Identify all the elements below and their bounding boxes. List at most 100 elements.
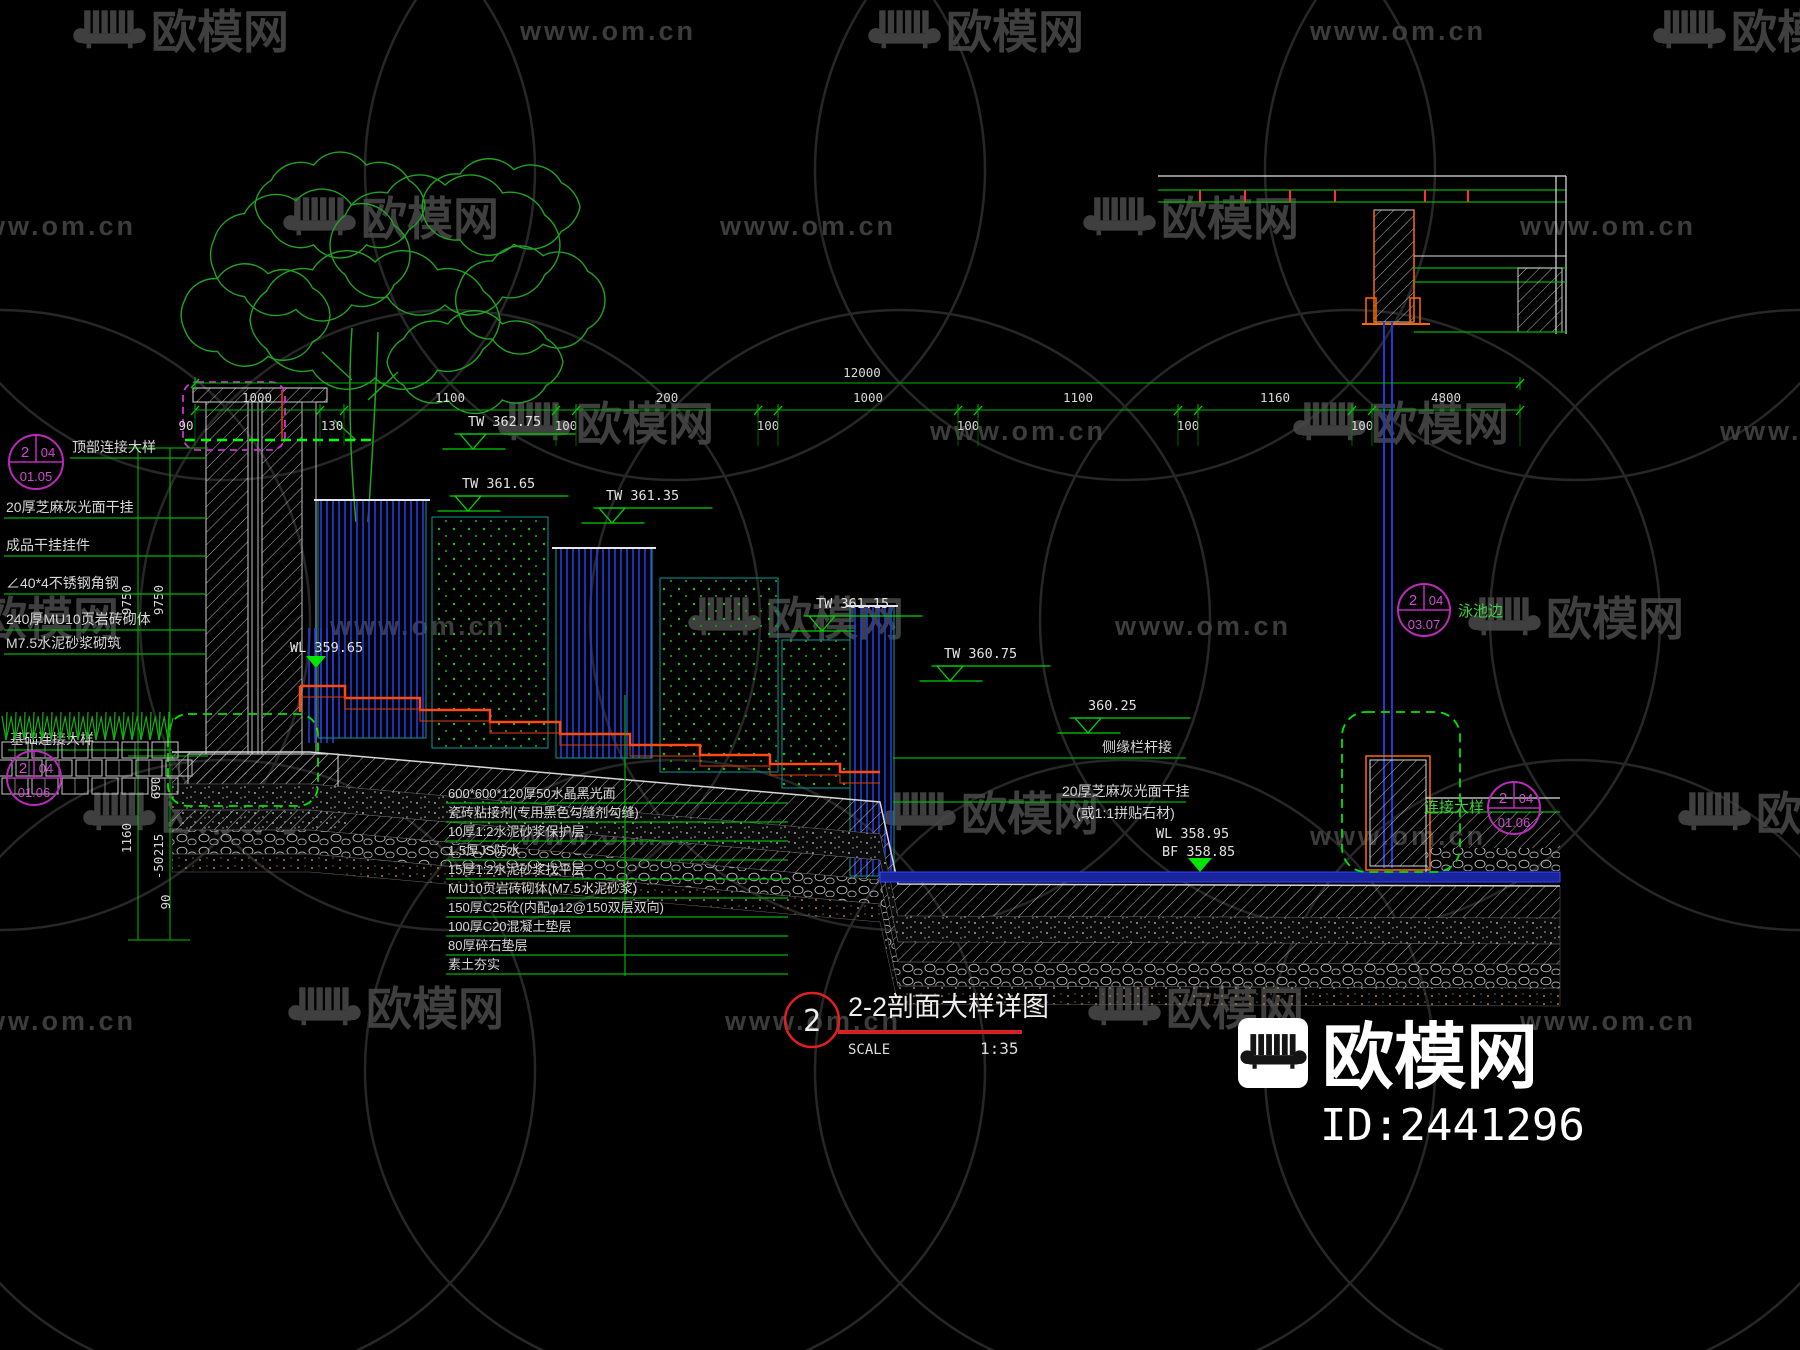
pool-water — [880, 872, 1560, 882]
svg-text:1100: 1100 — [435, 390, 465, 405]
annotation: 侧缘栏杆接 — [1102, 739, 1172, 755]
svg-text:2: 2 — [19, 760, 27, 777]
grass-blade — [2, 716, 6, 740]
tree-canopy-blob — [387, 311, 563, 414]
left-annotations: 顶部连接大样 20厚芝麻灰光面干挂 成品干挂挂件 ∠40*4不锈钢角钢 240厚… — [4, 439, 206, 750]
grass-blade — [119, 716, 123, 740]
svg-text:1.5厚JS防水: 1.5厚JS防水 — [448, 843, 520, 858]
watermark-brand — [1678, 788, 1800, 840]
svg-text:4800: 4800 — [1431, 390, 1461, 405]
tree-canopy-blob — [211, 189, 410, 321]
cad-screenshot: 欧模网 www.om.cn — [0, 0, 1800, 1350]
water-level-triangle — [1188, 858, 1212, 872]
svg-text:M7.5水泥砂浆砌筑: M7.5水泥砂浆砌筑 — [6, 635, 121, 651]
svg-text:130: 130 — [321, 418, 344, 433]
watermark-url — [1114, 611, 1291, 641]
scale-label: SCALE — [848, 1042, 890, 1058]
callout-bottom-right: 2 04 01.06 — [1488, 782, 1540, 834]
svg-text:成品干挂挂件: 成品干挂挂件 — [6, 537, 90, 553]
annotation: 顶部连接大样 — [72, 439, 156, 455]
svg-text:04: 04 — [39, 761, 53, 776]
column-section — [1374, 210, 1414, 322]
footer-brand: 欧模网 — [1322, 1018, 1538, 1098]
svg-text:240厚MU10页岩砖砌体: 240厚MU10页岩砖砌体 — [6, 611, 151, 627]
svg-text:690: 690 — [148, 777, 163, 800]
svg-text:1160: 1160 — [1260, 390, 1290, 405]
watermark-brand — [73, 6, 289, 58]
svg-text:TW 360.75: TW 360.75 — [944, 646, 1017, 662]
svg-text:215: 215 — [151, 834, 166, 857]
svg-text:10厚1:2水泥砂浆保护层: 10厚1:2水泥砂浆保护层 — [448, 824, 585, 839]
callout-mid-right: 2 04 03.07 — [1398, 584, 1450, 636]
svg-text:04: 04 — [41, 445, 55, 460]
drawing-title: 2-2剖面大样详图 — [848, 992, 1049, 1022]
svg-text:瓷砖粘接剂(专用黑色勾缝剂勾缝): 瓷砖粘接剂(专用黑色勾缝剂勾缝) — [448, 805, 639, 820]
site-footer-logo: 欧模网 ID:2441296 — [1238, 1018, 1585, 1151]
watermark-url — [0, 1006, 136, 1036]
svg-text:100: 100 — [555, 418, 578, 433]
level-text: TW 362.75 — [468, 414, 541, 430]
paver-block — [0, 760, 12, 776]
watermark-url — [0, 211, 136, 241]
joint-label: 连接大样 — [1424, 799, 1484, 816]
svg-text:2: 2 — [1409, 592, 1417, 609]
svg-text:03.07: 03.07 — [1408, 617, 1441, 632]
svg-text:∠40*4不锈钢角钢: ∠40*4不锈钢角钢 — [6, 575, 119, 591]
svg-text:04: 04 — [1519, 791, 1533, 806]
svg-text:1100: 1100 — [1063, 390, 1093, 405]
svg-text:素土夯实: 素土夯实 — [448, 957, 500, 972]
callout-top-left: 2 04 01.05 — [9, 435, 63, 489]
tree-canopy-blob — [456, 246, 605, 354]
watermark-url — [1519, 1006, 1696, 1036]
svg-text:WL 358.95: WL 358.95 — [1156, 826, 1229, 842]
svg-text:-50: -50 — [151, 857, 166, 880]
dim-below: 90 — [178, 418, 193, 433]
svg-text:20厚芝麻灰光面干挂: 20厚芝麻灰光面干挂 — [1062, 783, 1190, 799]
watermark-brand — [868, 6, 1084, 58]
svg-text:100: 100 — [1351, 418, 1374, 433]
svg-text:MU10页岩砖砌体(M7.5水泥砂浆): MU10页岩砖砌体(M7.5水泥砂浆) — [448, 881, 637, 896]
watermark-url — [519, 16, 696, 46]
water-wall-panel — [556, 548, 652, 758]
watermark-brand — [1083, 193, 1299, 245]
watermark-url — [929, 416, 1106, 446]
svg-text:9750: 9750 — [151, 585, 166, 615]
detail-number: 2 — [803, 1004, 821, 1039]
svg-text:1000: 1000 — [853, 390, 883, 405]
svg-text:90: 90 — [158, 894, 173, 909]
watermark-brand — [1293, 398, 1509, 450]
svg-text:2: 2 — [1499, 790, 1507, 807]
svg-text:TW 361.65: TW 361.65 — [462, 476, 535, 492]
pool-label: 泳池边 — [1458, 603, 1503, 620]
svg-text:TW 361.35: TW 361.35 — [606, 488, 679, 504]
material-row: 600*600*120厚50水晶黑光面 — [448, 786, 616, 801]
svg-text:200: 200 — [656, 390, 679, 405]
svg-text:04: 04 — [1429, 593, 1443, 608]
svg-text:15厚1:2水泥砂浆找平层: 15厚1:2水泥砂浆找平层 — [448, 862, 585, 877]
svg-text:150厚C25砼(内配φ12@150双层双向): 150厚C25砼(内配φ12@150双层双向) — [448, 900, 664, 915]
svg-text:100厚C20混凝土垫层: 100厚C20混凝土垫层 — [448, 919, 572, 934]
water-wall-panel — [318, 500, 426, 738]
footer-image-id: ID:2441296 — [1320, 1100, 1585, 1151]
svg-text:80厚碎石垫层: 80厚碎石垫层 — [448, 938, 527, 953]
tree-canopy — [181, 152, 605, 413]
svg-text:100: 100 — [957, 418, 980, 433]
svg-text:360.25: 360.25 — [1088, 698, 1137, 714]
svg-text:01.06: 01.06 — [1498, 815, 1531, 830]
svg-text:TW 361.15: TW 361.15 — [816, 596, 889, 612]
svg-text:01.05: 01.05 — [20, 469, 53, 484]
svg-text:WL 359.65: WL 359.65 — [290, 640, 363, 656]
svg-text:01.06: 01.06 — [18, 785, 51, 800]
tree-trunk — [350, 328, 356, 522]
svg-text:100: 100 — [757, 418, 780, 433]
watermark-url — [719, 211, 896, 241]
watermark-url — [1519, 211, 1696, 241]
grass-blade — [128, 716, 132, 740]
watermark-brand — [288, 983, 504, 1035]
scale-value: 1:35 — [980, 1039, 1019, 1058]
grass-blade — [146, 716, 150, 740]
watermark-url — [1719, 416, 1800, 446]
grass-blade — [164, 716, 168, 740]
hedge-panel — [660, 578, 778, 772]
planting-strip — [0, 712, 192, 794]
